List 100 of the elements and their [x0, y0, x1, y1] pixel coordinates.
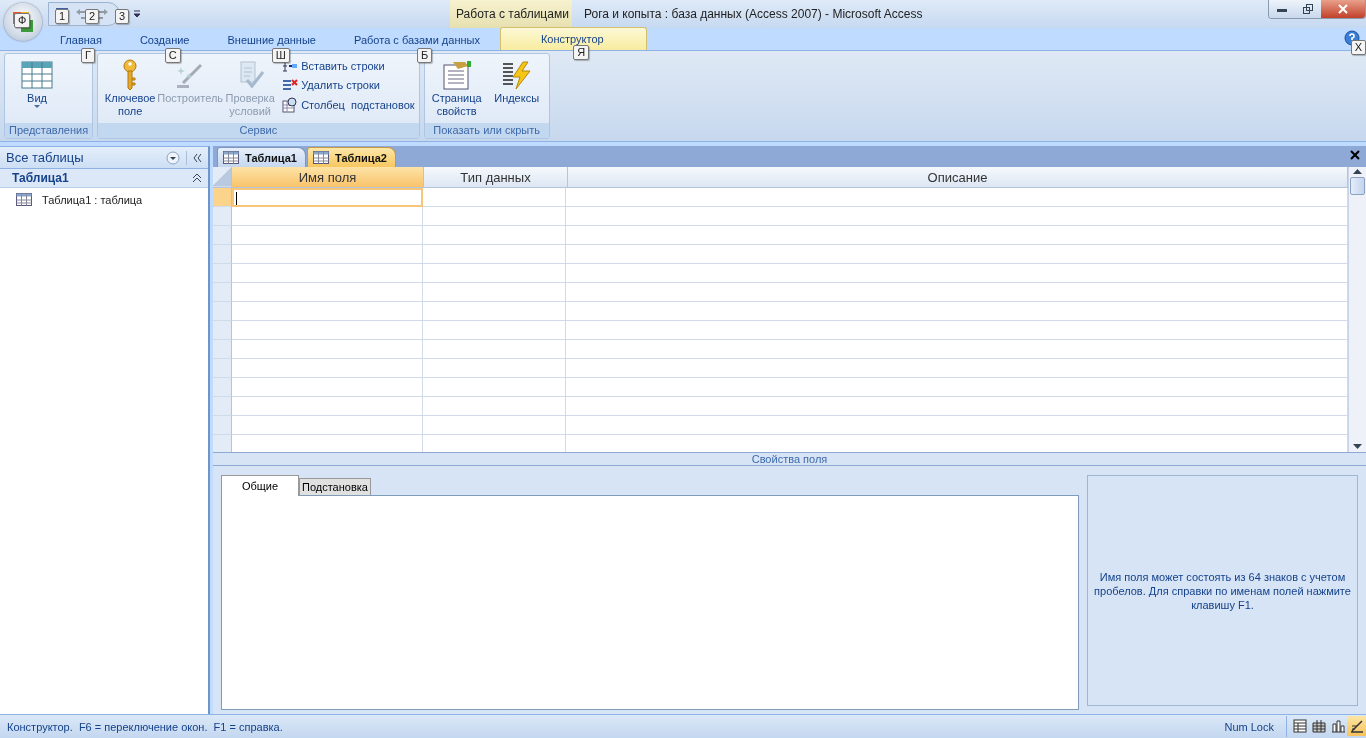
- table-cell[interactable]: [423, 397, 566, 416]
- row-selector[interactable]: [213, 416, 232, 435]
- table-cell[interactable]: [423, 264, 566, 283]
- table-cell[interactable]: [232, 264, 423, 283]
- nav-item[interactable]: Таблица1 : таблица: [42, 193, 143, 206]
- row-selector[interactable]: [213, 302, 232, 321]
- row-selector[interactable]: [213, 207, 232, 226]
- minimize-icon: [1277, 6, 1287, 12]
- table-cell[interactable]: [232, 378, 423, 397]
- row-selector[interactable]: [213, 245, 232, 264]
- row-selector[interactable]: [213, 378, 232, 397]
- scroll-down-icon[interactable]: [1353, 444, 1362, 450]
- table-cell[interactable]: [232, 302, 423, 321]
- table-cell[interactable]: [232, 207, 423, 226]
- column-header[interactable]: Имя поля: [232, 167, 424, 187]
- num-lock-indicator: Num Lock: [1224, 720, 1275, 733]
- ribbon-tab[interactable]: Создание: [121, 30, 208, 50]
- keytip-tooltip: Ш: [271, 48, 290, 63]
- help-text: Имя поля может состоять из 64 знаков с учетом пробелов. Для справки по именам полей нажмите клавишу F1.: [1094, 569, 1351, 612]
- scrollbar-thumb[interactable]: [1350, 177, 1365, 195]
- ribbon-tab[interactable]: Главная: [42, 30, 120, 50]
- table-cell[interactable]: [423, 340, 566, 359]
- row-selector[interactable]: [213, 321, 232, 340]
- table-cell[interactable]: [423, 207, 566, 226]
- property-tab[interactable]: Общие: [221, 475, 299, 496]
- customize-caret-icon[interactable]: [133, 10, 141, 18]
- lookup-column-icon: [282, 97, 299, 113]
- datasheet-view-button[interactable]: [1290, 716, 1309, 736]
- office-button[interactable]: Ф: [4, 3, 42, 41]
- ribbon-button[interactable]: Столбец подстановок: [280, 96, 417, 114]
- table-cell[interactable]: [566, 264, 1348, 283]
- row-selector[interactable]: [213, 340, 232, 359]
- keytip-tooltip: Я: [573, 45, 590, 60]
- property-tab[interactable]: Подстановка: [299, 478, 371, 495]
- table-cell[interactable]: [232, 245, 423, 264]
- table-cell[interactable]: [232, 188, 423, 207]
- group-label: Показать или скрыть: [424, 123, 549, 138]
- table-cell[interactable]: [566, 359, 1348, 378]
- table-cell[interactable]: [232, 359, 423, 378]
- dropdown-icon[interactable]: [166, 150, 180, 165]
- table-cell[interactable]: [232, 283, 423, 302]
- table-cell[interactable]: [566, 340, 1348, 359]
- table-cell[interactable]: [232, 340, 423, 359]
- table-cell[interactable]: [423, 226, 566, 245]
- close-button[interactable]: [1321, 0, 1365, 18]
- close-icon: [1338, 4, 1348, 14]
- collapse-group-icon[interactable]: [192, 173, 202, 183]
- table-cell[interactable]: [566, 207, 1348, 226]
- table-cell[interactable]: [232, 321, 423, 340]
- collapse-pane-icon[interactable]: [186, 150, 204, 165]
- datasheet-icon: [21, 61, 53, 89]
- table-cell[interactable]: [423, 302, 566, 321]
- ribbon-tab[interactable]: Внешние данные: [209, 30, 334, 50]
- table-cell[interactable]: [566, 283, 1348, 302]
- document-tab[interactable]: Таблица2: [306, 147, 396, 167]
- table-cell[interactable]: [566, 188, 1348, 207]
- restore-button[interactable]: [1295, 0, 1321, 18]
- close-icon[interactable]: [1350, 150, 1360, 160]
- table-cell[interactable]: [232, 416, 423, 435]
- table-cell[interactable]: [423, 245, 566, 264]
- ribbon-button[interactable]: Вид: [7, 56, 67, 123]
- table-cell[interactable]: [423, 321, 566, 340]
- table-cell[interactable]: [566, 378, 1348, 397]
- document-tab[interactable]: Таблица1: [217, 147, 306, 167]
- group-label: Представления: [5, 123, 93, 138]
- select-all-corner[interactable]: [213, 167, 232, 187]
- table-icon: [16, 193, 32, 206]
- row-selector[interactable]: [213, 435, 232, 452]
- column-header[interactable]: Тип данных: [424, 167, 568, 187]
- table-cell[interactable]: [566, 302, 1348, 321]
- scroll-up-icon[interactable]: [1353, 169, 1362, 175]
- table-cell[interactable]: [423, 188, 566, 207]
- table-cell[interactable]: [232, 226, 423, 245]
- table-cell[interactable]: [566, 397, 1348, 416]
- table-cell[interactable]: [566, 321, 1348, 340]
- group-label: Сервис: [98, 123, 419, 138]
- table-cell[interactable]: [423, 359, 566, 378]
- ribbon-button[interactable]: Индексы: [486, 56, 547, 123]
- row-selector[interactable]: [213, 264, 232, 283]
- row-selector[interactable]: [213, 359, 232, 378]
- delete-rows-icon: [282, 78, 299, 92]
- table-cell[interactable]: [566, 226, 1348, 245]
- table-cell[interactable]: [423, 378, 566, 397]
- table-icon: [223, 151, 239, 164]
- row-selector[interactable]: [213, 397, 232, 416]
- design-view-button[interactable]: [1347, 716, 1366, 736]
- minimize-button[interactable]: [1269, 0, 1295, 18]
- table-cell[interactable]: [566, 416, 1348, 435]
- table-cell[interactable]: [423, 416, 566, 435]
- ribbon-button[interactable]: Удалить строки: [280, 77, 417, 93]
- table-cell[interactable]: [232, 397, 423, 416]
- restore-icon: [1303, 4, 1313, 14]
- row-selector[interactable]: [213, 226, 232, 245]
- index-icon: [500, 60, 533, 90]
- row-selector[interactable]: [213, 283, 232, 302]
- row-selector[interactable]: [213, 188, 232, 207]
- table-cell[interactable]: [423, 283, 566, 302]
- keytip-tooltip: 2: [85, 9, 100, 24]
- ribbon-tab[interactable]: Работа с базами данных: [335, 30, 498, 50]
- table-cell[interactable]: [566, 245, 1348, 264]
